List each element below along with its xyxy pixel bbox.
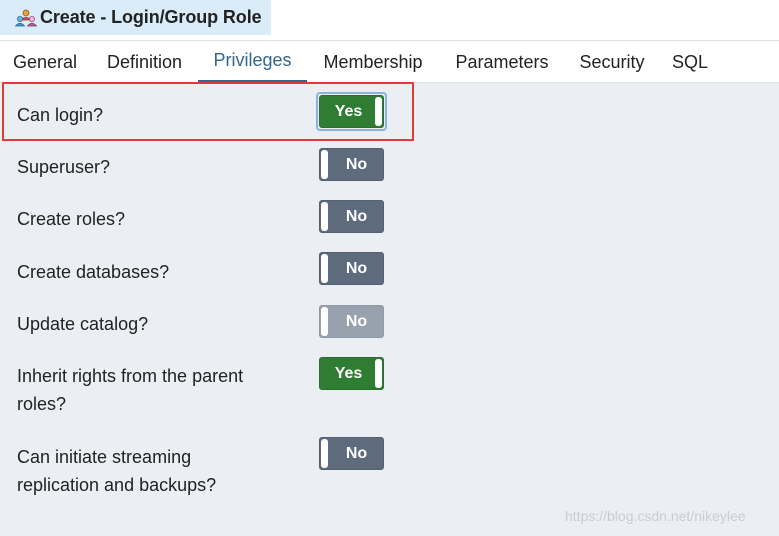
tab-general[interactable]: General — [0, 41, 90, 83]
replication-toggle[interactable]: No — [319, 437, 384, 470]
inherit-rights-label-line1: Inherit rights from the parent — [17, 366, 244, 386]
toggle-knob — [321, 254, 328, 283]
toggle-knob — [321, 202, 328, 231]
tab-membership[interactable]: Membership — [310, 41, 436, 83]
dialog-title-box: Create - Login/Group Role — [0, 0, 271, 35]
group-role-icon — [14, 9, 38, 26]
toggle-knob — [321, 307, 328, 336]
update-catalog-label: Update catalog? — [17, 314, 149, 334]
dialog-titlebar: Create - Login/Group Role — [0, 0, 779, 40]
superuser-toggle[interactable]: No — [319, 148, 384, 181]
toggle-value: No — [345, 312, 368, 330]
can-login-toggle[interactable]: Yes — [319, 95, 384, 128]
dialog-title: Create - Login/Group Role — [40, 7, 262, 27]
tab-parameters[interactable]: Parameters — [442, 41, 562, 83]
tab-bar: General Definition Privileges Membership… — [0, 40, 779, 83]
tab-definition[interactable]: Definition — [92, 41, 197, 83]
toggle-knob — [321, 439, 328, 468]
tab-security[interactable]: Security — [567, 41, 657, 83]
create-roles-label: Create roles? — [17, 209, 126, 229]
toggle-knob — [375, 97, 382, 126]
create-roles-toggle[interactable]: No — [319, 200, 384, 233]
toggle-knob — [321, 150, 328, 179]
replication-label-line2: replication and backups? — [17, 475, 217, 495]
inherit-rights-toggle[interactable]: Yes — [319, 357, 384, 390]
update-catalog-toggle: No — [319, 305, 384, 338]
superuser-label: Superuser? — [17, 157, 111, 177]
toggle-value: No — [345, 259, 368, 277]
create-databases-toggle[interactable]: No — [319, 252, 384, 285]
replication-label: Can initiate streaming replication and b… — [17, 443, 287, 499]
tab-sql[interactable]: SQL — [662, 41, 718, 83]
create-databases-label: Create databases? — [17, 262, 170, 282]
inherit-rights-label: Inherit rights from the parent roles? — [17, 362, 287, 418]
toggle-value: Yes — [334, 102, 363, 120]
inherit-rights-label-line2: roles? — [17, 394, 67, 414]
watermark: https://blog.csdn.net/nikeylee — [565, 508, 746, 524]
toggle-value: Yes — [334, 364, 363, 382]
toggle-value: No — [345, 155, 368, 173]
toggle-value: No — [345, 207, 368, 225]
can-login-label: Can login? — [17, 105, 104, 125]
tab-privileges[interactable]: Privileges — [198, 41, 307, 83]
replication-label-line1: Can initiate streaming — [17, 447, 192, 467]
toggle-value: No — [345, 444, 368, 462]
toggle-knob — [375, 359, 382, 388]
